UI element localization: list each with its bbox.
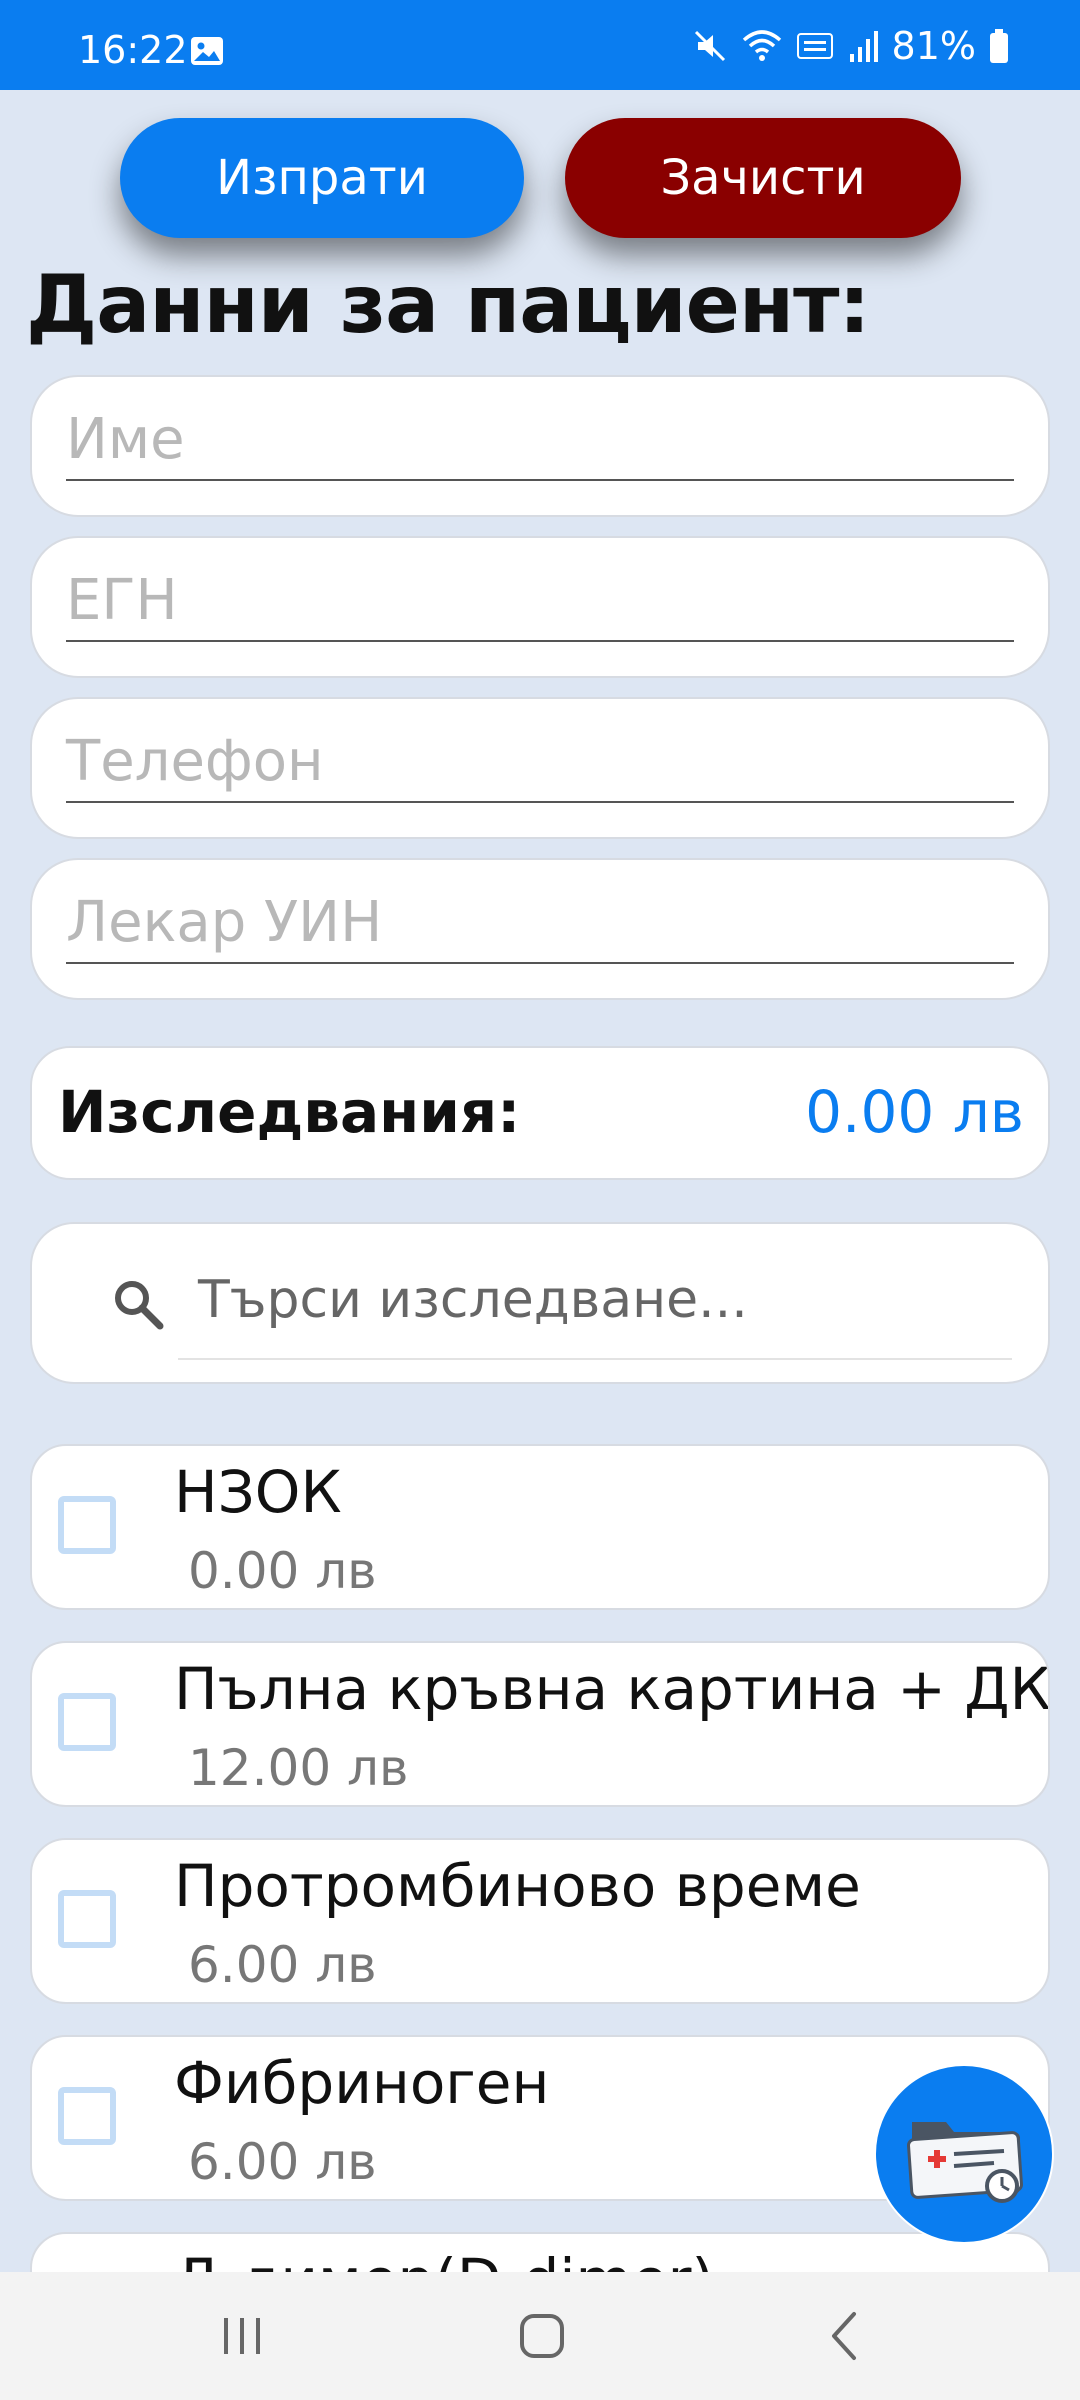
name-field-placeholder: Име xyxy=(66,407,185,472)
field-underline xyxy=(66,640,1014,642)
test-name: Фибриноген xyxy=(174,2049,550,2117)
clear-button[interactable]: Зачисти xyxy=(565,118,961,238)
test-name: Д-димер(D-dimer) xyxy=(174,2246,714,2272)
test-name: Пълна кръвна картина + ДКК xyxy=(174,1655,1050,1723)
home-icon[interactable] xyxy=(512,2306,572,2366)
test-name: НЗОК xyxy=(174,1458,342,1526)
test-price: 12.00 лв xyxy=(188,1739,409,1797)
medical-record-icon xyxy=(907,2122,1023,2203)
navigation-bar xyxy=(0,2272,1080,2400)
page-title: Данни за пациент: xyxy=(26,258,871,351)
test-checkbox[interactable] xyxy=(58,2087,116,2145)
status-time: 16:22 xyxy=(78,28,188,72)
wifi-icon xyxy=(742,30,781,61)
search-underline xyxy=(178,1358,1012,1360)
doctor-uin-field-placeholder: Лекар УИН xyxy=(66,890,383,955)
egn-field[interactable]: ЕГН xyxy=(30,536,1050,678)
doctor-uin-field[interactable]: Лекар УИН xyxy=(30,858,1050,1000)
status-bar: 16:22 81% xyxy=(0,0,1080,90)
field-underline xyxy=(66,801,1014,803)
volte-icon xyxy=(796,33,833,59)
search-icon xyxy=(115,1281,164,1330)
recents-icon[interactable] xyxy=(212,2306,272,2366)
mute-icon xyxy=(694,30,725,62)
list-item[interactable]: Пълна кръвна картина + ДКК 12.00 лв xyxy=(30,1641,1050,1807)
test-checkbox[interactable] xyxy=(58,1693,116,1751)
field-underline xyxy=(66,962,1014,964)
test-price: 6.00 лв xyxy=(188,2133,377,2191)
medical-record-button[interactable] xyxy=(874,2064,1054,2244)
egn-field-placeholder: ЕГН xyxy=(66,568,178,633)
status-right: 81% xyxy=(692,24,1010,68)
tests-summary: Изследвания: 0.00 лв xyxy=(30,1046,1050,1180)
back-icon[interactable] xyxy=(816,2306,876,2366)
signal-icon xyxy=(849,31,878,62)
test-checkbox[interactable] xyxy=(58,1890,116,1948)
name-field[interactable]: Име xyxy=(30,375,1050,517)
tests-total: 0.00 лв xyxy=(805,1078,1024,1146)
tests-label: Изследвания: xyxy=(58,1078,521,1146)
test-name: Протромбиново време xyxy=(174,1852,861,1920)
phone-field-placeholder: Телефон xyxy=(66,729,324,794)
search-input[interactable]: Търси изследване... xyxy=(198,1270,748,1330)
test-price: 0.00 лв xyxy=(188,1542,377,1600)
list-item[interactable]: НЗОК 0.00 лв xyxy=(30,1444,1050,1610)
image-icon xyxy=(191,37,223,65)
list-item[interactable]: Протромбиново време 6.00 лв xyxy=(30,1838,1050,2004)
test-price: 6.00 лв xyxy=(188,1936,377,1994)
main-content: Изпрати Зачисти Данни за пациент: Име ЕГ… xyxy=(0,90,1080,2272)
send-button[interactable]: Изпрати xyxy=(120,118,524,238)
test-checkbox[interactable] xyxy=(58,1496,116,1554)
search-box[interactable]: Търси изследване... xyxy=(30,1222,1050,1384)
battery-percent: 81% xyxy=(891,24,976,68)
phone-field[interactable]: Телефон xyxy=(30,697,1050,839)
battery-icon xyxy=(990,29,1008,63)
field-underline xyxy=(66,479,1014,481)
